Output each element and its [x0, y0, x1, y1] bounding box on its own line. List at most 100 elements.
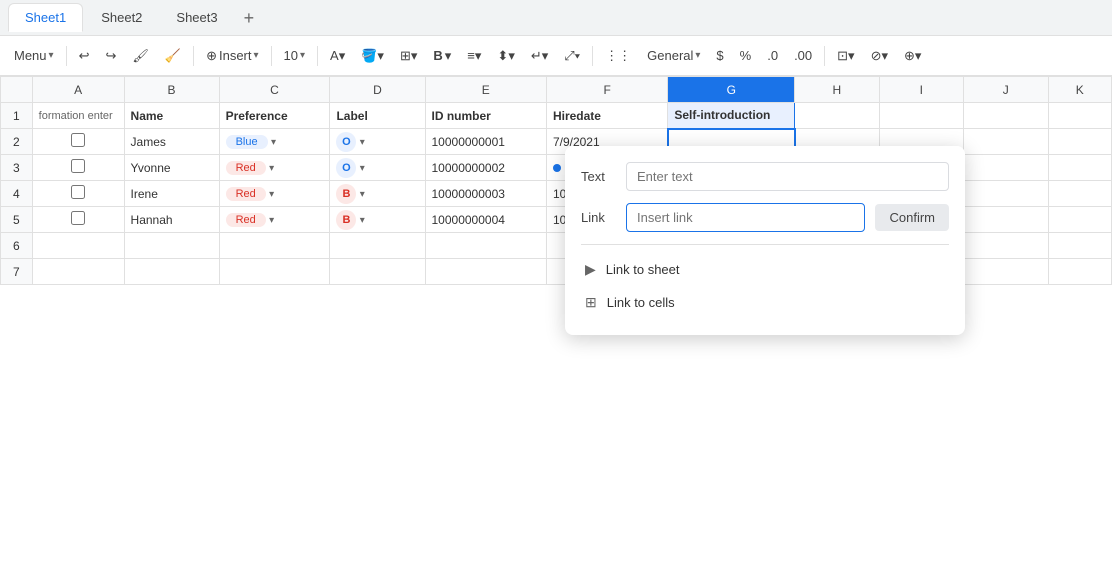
cell-f1[interactable]: Hiredate — [546, 103, 667, 129]
zoom-button[interactable]: ⊕▾ — [898, 44, 927, 68]
align-button[interactable]: ≡▾ — [461, 44, 487, 68]
cell-e5[interactable]: 10000000004 — [425, 207, 546, 233]
cell-d4[interactable]: B ▾ — [330, 181, 425, 207]
label-chevron-3[interactable]: ▾ — [360, 163, 365, 174]
cell-c4[interactable]: Red ▾ — [219, 181, 330, 207]
cell-c1[interactable]: Preference — [219, 103, 330, 129]
col-header-k[interactable]: K — [1048, 77, 1111, 103]
col-header-e[interactable]: E — [425, 77, 546, 103]
cell-e2[interactable]: 10000000001 — [425, 129, 546, 155]
cell-c2[interactable]: Blue ▾ — [219, 129, 330, 155]
decimal-less-button[interactable]: .00 — [788, 44, 818, 67]
col-header-b[interactable]: B — [124, 77, 219, 103]
cell-c5[interactable]: Red ▾ — [219, 207, 330, 233]
cell-h1[interactable] — [795, 103, 879, 129]
clear-formatting-button[interactable]: 🧹 — [159, 44, 187, 68]
col-header-f[interactable]: F — [546, 77, 667, 103]
font-size-chevron-icon: ▾ — [300, 50, 305, 61]
row-num-3: 3 — [1, 155, 33, 181]
text-input[interactable] — [626, 162, 949, 191]
label-chevron-2[interactable]: ▾ — [360, 137, 365, 148]
cell-j3[interactable] — [964, 155, 1048, 181]
preference-chevron-4[interactable]: ▾ — [269, 189, 274, 200]
link-input[interactable] — [626, 203, 865, 232]
label-chevron-4[interactable]: ▾ — [360, 189, 365, 200]
cell-a5[interactable] — [32, 207, 124, 233]
filter-button[interactable]: ⊘▾ — [865, 44, 894, 68]
cell-b4[interactable]: Irene — [124, 181, 219, 207]
number-format-chevron-icon: ▾ — [695, 50, 700, 61]
cell-i1[interactable] — [879, 103, 963, 129]
cell-e1[interactable]: ID number — [425, 103, 546, 129]
font-color-button[interactable]: A▾ — [324, 44, 351, 68]
decimal-more-button[interactable]: .0 — [761, 44, 784, 67]
preference-chevron-5[interactable]: ▾ — [269, 215, 274, 226]
currency-button[interactable]: $ — [710, 44, 729, 67]
preference-chevron-2[interactable]: ▾ — [271, 137, 276, 148]
row-checkbox-5[interactable] — [71, 211, 85, 225]
borders-button[interactable]: ⊞▾ — [394, 44, 423, 68]
add-sheet-button[interactable]: + — [236, 5, 263, 31]
wrap-button[interactable]: ↵▾ — [525, 44, 554, 68]
cell-j1[interactable] — [964, 103, 1048, 129]
cell-g1[interactable]: Self-introduction — [668, 103, 795, 129]
bold-button[interactable]: B▾ — [427, 44, 457, 68]
col-header-c[interactable]: C — [219, 77, 330, 103]
merge-button[interactable]: ⊡▾ — [831, 44, 860, 68]
cell-d2[interactable]: O ▾ — [330, 129, 425, 155]
col-header-j[interactable]: J — [964, 77, 1048, 103]
tab-sheet2[interactable]: Sheet2 — [85, 4, 158, 31]
cell-b1[interactable]: Name — [124, 103, 219, 129]
link-to-cells-item[interactable]: ⊞ Link to cells — [581, 286, 949, 319]
cell-d5[interactable]: B ▾ — [330, 207, 425, 233]
cell-k5[interactable] — [1048, 207, 1111, 233]
more-formats-button[interactable]: ⋮⋮ — [599, 44, 637, 68]
rotate-button[interactable]: ⤢▾ — [558, 44, 586, 68]
cell-k4[interactable] — [1048, 181, 1111, 207]
col-header-d[interactable]: D — [330, 77, 425, 103]
cell-j5[interactable] — [964, 207, 1048, 233]
insert-text: Insert — [219, 48, 252, 63]
cell-c3[interactable]: Red ▾ — [219, 155, 330, 181]
col-header-g[interactable]: G — [668, 77, 795, 103]
col-header-a[interactable]: A — [32, 77, 124, 103]
preference-chevron-3[interactable]: ▾ — [269, 163, 274, 174]
cell-a4[interactable] — [32, 181, 124, 207]
insert-button[interactable]: ⊕ Insert ▾ — [200, 44, 264, 68]
cell-a2[interactable] — [32, 129, 124, 155]
link-to-sheet-item[interactable]: ▶ Link to sheet — [581, 253, 949, 286]
tab-sheet1[interactable]: Sheet1 — [8, 3, 83, 32]
col-header-i[interactable]: I — [879, 77, 963, 103]
cell-k2[interactable] — [1048, 129, 1111, 155]
cell-b3[interactable]: Yvonne — [124, 155, 219, 181]
redo-button[interactable]: ↪ — [99, 44, 122, 68]
font-size-button[interactable]: 10 ▾ — [278, 44, 312, 67]
cell-d3[interactable]: O ▾ — [330, 155, 425, 181]
valign-button[interactable]: ⬍▾ — [491, 44, 520, 68]
cell-k1[interactable] — [1048, 103, 1111, 129]
cell-j4[interactable] — [964, 181, 1048, 207]
cell-b5[interactable]: Hannah — [124, 207, 219, 233]
col-header-h[interactable]: H — [795, 77, 879, 103]
menu-button[interactable]: Menu ▾ — [8, 44, 60, 67]
link-label: Link — [581, 210, 616, 225]
number-format-button[interactable]: General ▾ — [641, 44, 706, 67]
confirm-button[interactable]: Confirm — [875, 204, 949, 231]
percent-button[interactable]: % — [734, 44, 758, 67]
paint-format-button[interactable]: 🖌 — [126, 44, 155, 68]
row-checkbox-4[interactable] — [71, 185, 85, 199]
row-checkbox-3[interactable] — [71, 159, 85, 173]
cell-d1[interactable]: Label — [330, 103, 425, 129]
cell-b2[interactable]: James — [124, 129, 219, 155]
label-chevron-5[interactable]: ▾ — [360, 215, 365, 226]
undo-button[interactable]: ↩ — [73, 44, 96, 68]
cell-e3[interactable]: 10000000002 — [425, 155, 546, 181]
cell-e4[interactable]: 10000000003 — [425, 181, 546, 207]
fill-color-button[interactable]: 🪣▾ — [355, 44, 390, 68]
cell-a1[interactable]: formation enter — [32, 103, 124, 129]
cell-j2[interactable] — [964, 129, 1048, 155]
cell-a3[interactable] — [32, 155, 124, 181]
tab-sheet3[interactable]: Sheet3 — [160, 4, 233, 31]
cell-k3[interactable] — [1048, 155, 1111, 181]
row-checkbox-2[interactable] — [71, 133, 85, 147]
